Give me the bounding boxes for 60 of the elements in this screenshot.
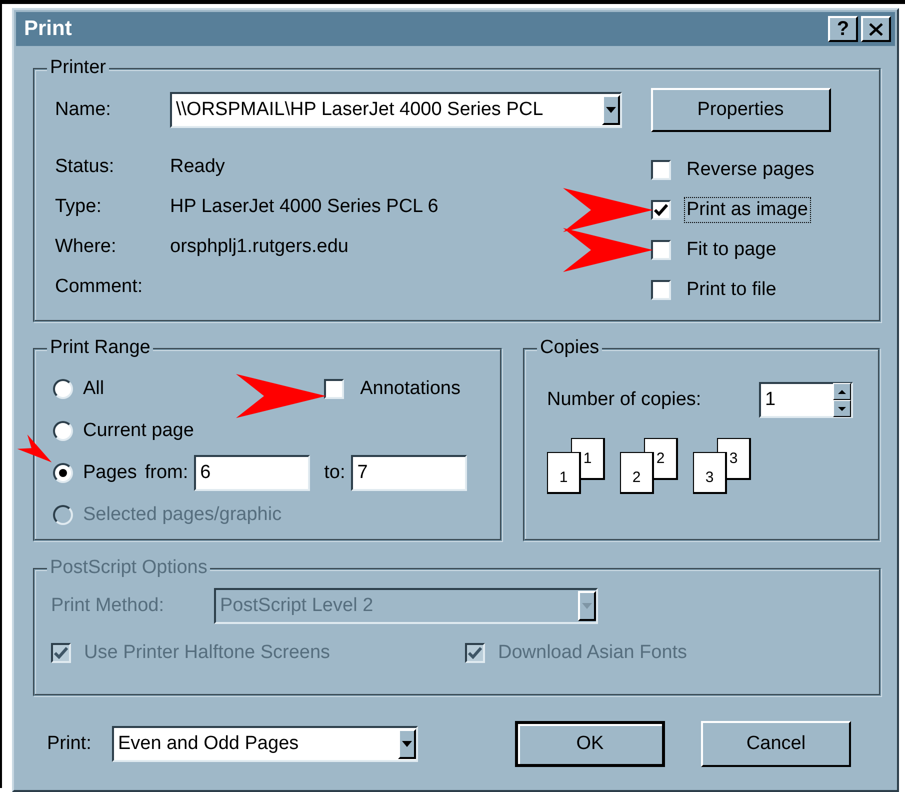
close-button[interactable] bbox=[861, 16, 891, 42]
check-icon bbox=[468, 647, 482, 659]
caret-icon bbox=[402, 741, 412, 747]
radio-label[interactable]: All bbox=[83, 378, 104, 400]
caret-icon bbox=[606, 107, 616, 113]
group-title: Print Range bbox=[47, 336, 154, 360]
dropdown-button[interactable] bbox=[398, 729, 416, 759]
field-label: from: bbox=[144, 462, 188, 484]
properties-button[interactable]: Properties bbox=[650, 88, 830, 132]
caret-icon bbox=[582, 603, 592, 609]
checkbox-label[interactable]: Fit to page bbox=[684, 237, 780, 263]
spin-up-button[interactable] bbox=[833, 383, 851, 400]
checkbox[interactable] bbox=[650, 200, 670, 220]
info-label: Comment: bbox=[55, 276, 144, 298]
checkbox[interactable] bbox=[650, 280, 670, 300]
check-icon bbox=[54, 647, 68, 659]
info-value: orsphplj1.rutgers.edu bbox=[170, 236, 348, 258]
caret-up-icon bbox=[838, 390, 846, 394]
from-page-field[interactable]: 6 bbox=[194, 455, 310, 491]
info-value: Ready bbox=[170, 156, 225, 178]
window-title: Print bbox=[24, 17, 72, 41]
field-label: Print Method: bbox=[51, 595, 165, 617]
group-title: Copies bbox=[537, 336, 602, 360]
field-label: to: bbox=[324, 462, 346, 484]
field-label: Print: bbox=[47, 733, 92, 755]
checkbox-label[interactable]: Print as image bbox=[684, 197, 811, 223]
ok-button[interactable]: OK bbox=[515, 721, 665, 767]
checkbox[interactable] bbox=[650, 160, 670, 180]
print-select[interactable]: Even and Odd Pages bbox=[112, 726, 418, 762]
checkbox[interactable] bbox=[324, 379, 344, 399]
dropdown-button[interactable] bbox=[578, 591, 596, 621]
info-label: Status: bbox=[55, 156, 116, 178]
spin-down-button[interactable] bbox=[833, 400, 851, 417]
field-label: Number of copies: bbox=[547, 389, 702, 411]
radio-label[interactable]: Current page bbox=[83, 420, 194, 442]
checkbox[interactable] bbox=[650, 240, 670, 260]
radio-button[interactable] bbox=[53, 379, 73, 399]
page-sheet: 1 bbox=[547, 452, 581, 494]
dropdown-button[interactable] bbox=[602, 95, 620, 125]
check-icon bbox=[654, 204, 668, 216]
info-value: HP LaserJet 4000 Series PCL 6 bbox=[170, 196, 438, 218]
checkbox-label[interactable]: Print to file bbox=[684, 277, 780, 303]
radio-button[interactable] bbox=[53, 421, 73, 441]
caret-down-icon bbox=[838, 406, 846, 410]
info-label: Where: bbox=[55, 236, 118, 258]
radio-button[interactable] bbox=[53, 463, 73, 483]
to-page-field[interactable]: 7 bbox=[351, 455, 468, 491]
page-sheet: 2 bbox=[620, 452, 654, 494]
info-label: Type: bbox=[55, 196, 102, 218]
field-label: Name: bbox=[55, 99, 112, 121]
printer-select[interactable]: \\ORSPMAIL\HP LaserJet 4000 Series PCL bbox=[170, 92, 622, 128]
page-sheet: 3 bbox=[693, 452, 727, 494]
cancel-button[interactable]: Cancel bbox=[701, 721, 851, 767]
radio-label[interactable]: Pages bbox=[83, 462, 137, 484]
checkbox-label[interactable]: Annotations bbox=[357, 376, 464, 402]
checkbox-label[interactable]: Reverse pages bbox=[684, 157, 818, 183]
help-button[interactable]: ? bbox=[828, 16, 858, 42]
copies-spinner[interactable]: 1 bbox=[759, 382, 853, 418]
group-title: PostScript Options bbox=[47, 556, 210, 580]
close-icon bbox=[869, 22, 883, 36]
